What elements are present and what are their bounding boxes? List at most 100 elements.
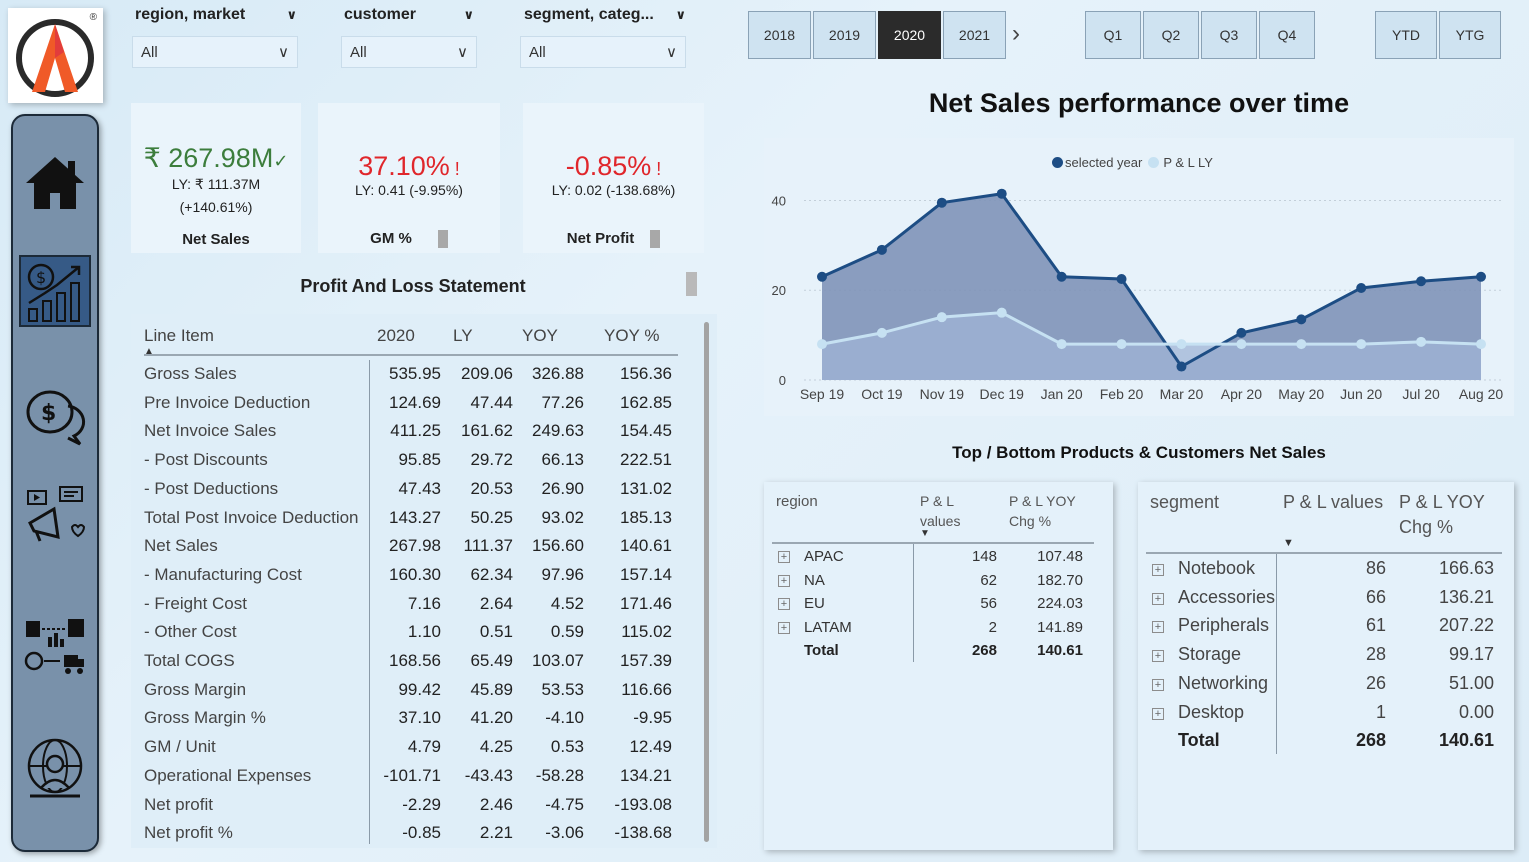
point-selected-year[interactable]	[817, 271, 827, 282]
point-ly[interactable]	[1356, 339, 1367, 350]
scrollbar[interactable]	[704, 322, 709, 842]
pl-row[interactable]: Total Post Invoice Deduction 143.27 50.25 9…	[144, 504, 684, 532]
nav-global[interactable]	[13, 732, 97, 806]
point-selected-year[interactable]	[1296, 314, 1307, 325]
pl-row[interactable]: Net Invoice Sales 411.25 161.62 249.63 154.4…	[144, 417, 684, 445]
col-pl-yoy-1[interactable]: P & L YOY	[1009, 493, 1076, 509]
table-row[interactable]: + NA 62 182.70	[764, 570, 1113, 592]
quarter-button-q4[interactable]: Q4	[1259, 11, 1315, 59]
table-row[interactable]: + Networking 26 51.00	[1138, 671, 1514, 697]
point-selected-year[interactable]	[1476, 271, 1486, 282]
point-ly[interactable]	[1296, 339, 1307, 350]
nav-sales[interactable]: $	[13, 380, 97, 454]
table-row[interactable]: + EU 56 224.03	[764, 593, 1113, 615]
total-row[interactable]: Total 268 140.61	[1138, 728, 1514, 754]
pl-row[interactable]: Net profit % -0.85 2.21 -3.06 -138.68	[144, 819, 684, 847]
chevron-down-icon[interactable]: ∨	[286, 7, 297, 23]
table-row[interactable]: + Accessories 66 136.21	[1138, 585, 1514, 611]
table-row[interactable]: + APAC 148 107.48	[764, 546, 1113, 568]
nav-home[interactable]	[13, 146, 97, 220]
point-ly[interactable]	[936, 312, 947, 323]
pl-row[interactable]: Pre Invoice Deduction 124.69 47.44 77.26 162…	[144, 389, 684, 417]
point-ly[interactable]	[1056, 339, 1067, 350]
pl-row[interactable]: Gross Sales 535.95 209.06 326.88 156.36	[144, 360, 684, 388]
total-row[interactable]: Total 268 140.61	[764, 640, 1113, 662]
expand-icon[interactable]: +	[1152, 707, 1164, 720]
chevron-right-icon[interactable]: ›	[1012, 20, 1020, 48]
quarter-button-q1[interactable]: Q1	[1085, 11, 1141, 59]
point-selected-year[interactable]	[876, 244, 887, 255]
col-pl-values-2[interactable]: values	[920, 513, 960, 529]
point-selected-year[interactable]	[1416, 276, 1427, 287]
focus-mode-icon[interactable]	[686, 272, 697, 296]
customer-dropdown[interactable]: All ∨	[341, 36, 477, 68]
year-button-2018[interactable]: 2018	[748, 11, 811, 59]
pl-col-yoy[interactable]: YOY	[522, 326, 558, 346]
point-selected-year[interactable]	[1176, 361, 1187, 372]
table-row[interactable]: + Desktop 1 0.00	[1138, 700, 1514, 726]
expand-icon[interactable]: +	[1152, 678, 1164, 691]
chevron-down-icon[interactable]: ∨	[463, 7, 474, 23]
expand-icon[interactable]: +	[1152, 621, 1164, 634]
nav-marketing[interactable]	[13, 478, 97, 552]
segment-dropdown[interactable]: All ∨	[520, 36, 686, 68]
col-pl-yoy-1[interactable]: P & L YOY	[1399, 492, 1485, 513]
point-ly[interactable]	[1176, 339, 1187, 350]
point-selected-year[interactable]	[1116, 274, 1127, 284]
col-region[interactable]: region	[776, 493, 818, 510]
year-button-2020[interactable]: 2020	[878, 11, 941, 59]
expand-icon[interactable]: +	[778, 551, 790, 563]
table-row[interactable]: + Peripherals 61 207.22	[1138, 613, 1514, 639]
pl-row[interactable]: Net profit -2.29 2.46 -4.75 -193.08	[144, 791, 684, 819]
pl-col-yoy-pct[interactable]: YOY %	[604, 326, 659, 346]
region-dropdown[interactable]: All ∨	[132, 36, 298, 68]
year-button-2019[interactable]: 2019	[813, 11, 876, 59]
expand-icon[interactable]: +	[778, 598, 790, 610]
period-button-ytg[interactable]: YTG	[1439, 11, 1501, 59]
expand-icon[interactable]: +	[778, 574, 790, 587]
pl-row[interactable]: Operational Expenses -101.71 -43.43 -58.28 1…	[144, 762, 684, 790]
nav-finance[interactable]: $	[13, 254, 97, 328]
pl-row[interactable]: GM / Unit 4.79 4.25 0.53 12.49	[144, 733, 684, 761]
pl-row[interactable]: - Post Discounts 95.85 29.72 66.13 222.51	[144, 446, 684, 474]
point-selected-year[interactable]	[1356, 282, 1367, 293]
table-row[interactable]: + LATAM 2 141.89	[764, 617, 1113, 639]
legend-label-ly[interactable]: P & L LY	[1163, 155, 1213, 170]
col-pl-values[interactable]: P & L values	[1283, 492, 1383, 513]
point-ly[interactable]	[1116, 339, 1127, 350]
nav-supply-chain[interactable]	[13, 610, 97, 684]
expand-icon[interactable]: +	[1152, 592, 1164, 605]
col-segment[interactable]: segment	[1150, 492, 1219, 513]
pl-col-year[interactable]: 2020	[377, 326, 415, 346]
table-row[interactable]: + Notebook 86 166.63	[1138, 556, 1514, 582]
point-ly[interactable]	[817, 339, 827, 350]
col-pl-yoy-2[interactable]: Chg %	[1009, 513, 1051, 529]
pl-col-ly[interactable]: LY	[453, 326, 473, 346]
expand-icon[interactable]: +	[778, 621, 790, 634]
quarter-button-q3[interactable]: Q3	[1201, 11, 1257, 59]
point-selected-year[interactable]	[1056, 271, 1067, 282]
col-pl-values-1[interactable]: P & L	[920, 493, 954, 509]
point-ly[interactable]	[1416, 336, 1427, 347]
point-selected-year[interactable]	[1236, 327, 1247, 338]
quarter-button-q2[interactable]: Q2	[1143, 11, 1199, 59]
pl-col-line-item[interactable]: Line Item	[144, 326, 214, 346]
pl-row[interactable]: - Post Deductions 47.43 20.53 26.90 131.02	[144, 475, 684, 503]
point-ly[interactable]	[876, 327, 887, 338]
table-row[interactable]: + Storage 28 99.17	[1138, 642, 1514, 668]
expand-icon[interactable]: +	[1152, 564, 1164, 576]
period-button-ytd[interactable]: YTD	[1375, 11, 1437, 59]
pl-row[interactable]: Total COGS 168.56 65.49 103.07 157.39	[144, 647, 684, 675]
point-selected-year[interactable]	[936, 197, 947, 208]
point-ly[interactable]	[1236, 339, 1247, 350]
col-pl-yoy-2[interactable]: Chg %	[1399, 517, 1453, 538]
pl-row[interactable]: Gross Margin % 37.10 41.20 -4.10 -9.95	[144, 704, 684, 732]
pl-row[interactable]: Gross Margin 99.42 45.89 53.53 116.66	[144, 676, 684, 704]
chevron-down-icon[interactable]: ∨	[675, 7, 686, 23]
point-ly[interactable]	[996, 307, 1007, 318]
pl-row[interactable]: - Manufacturing Cost 160.30 62.34 97.96 157.…	[144, 561, 684, 589]
legend-label-selected[interactable]: selected year	[1065, 155, 1142, 170]
year-button-2021[interactable]: 2021	[943, 11, 1006, 59]
pl-row[interactable]: Net Sales 267.98 111.37 156.60 140.61	[144, 532, 684, 560]
pl-row[interactable]: - Freight Cost 7.16 2.64 4.52 171.46	[144, 590, 684, 618]
